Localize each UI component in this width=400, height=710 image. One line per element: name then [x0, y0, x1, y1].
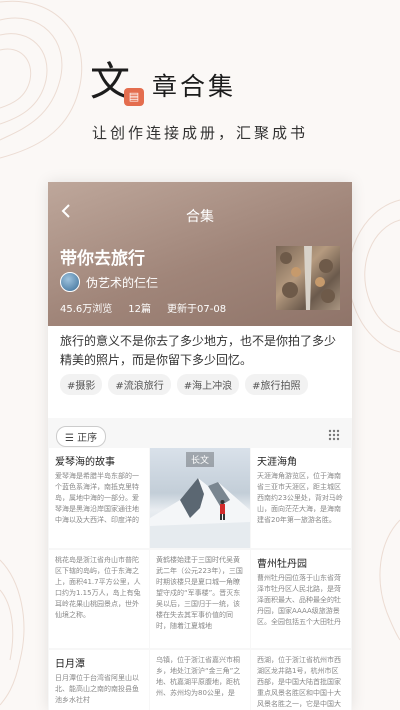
update-time: 更新于07-08 — [167, 304, 227, 315]
article-card[interactable]: 天涯海角 天涯海角游览区，位于海南省三亚市天涯区，距主城区西南约23公里处，背对… — [251, 448, 351, 548]
album-stats: 45.6万浏览 12篇 更新于07-08 — [60, 300, 226, 315]
article-title: 曹州牡丹园 — [257, 559, 307, 570]
hero-title: 文 ▤ 章合集 — [90, 62, 237, 106]
article-excerpt: 曹州牡丹园位落于山东省菏泽市牡丹区人民北路，是菏泽面积最大、品种最全的牡丹园，国… — [257, 574, 341, 626]
article-card[interactable]: 日月潭 日月潭位于台湾省阿里山以北、能高山之南的南投县鱼池乡水社村 — [49, 650, 149, 710]
album-description: 旅行的意义不是你去了多少地方，也不是你拍了多少精美的照片，而是你留下多少回忆。 — [60, 334, 337, 367]
article-card[interactable]: 黄鹤楼始建于三国时代吴黄武二年（公元223年），三国时期该楼只是夏口城一角瞭望守… — [150, 550, 250, 648]
hero-title-rest: 章合集 — [152, 72, 237, 101]
tag-list: #摄影 #流浪旅行 #海上冲浪 #旅行拍照 — [60, 374, 308, 395]
tag-item[interactable]: #海上冲浪 — [176, 374, 240, 395]
tag-item[interactable]: #旅行拍照 — [245, 374, 308, 395]
article-excerpt: 黄鹤楼始建于三国时代吴黄武二年（公元223年），三国时期该楼只是夏口城一角瞭望守… — [156, 556, 243, 630]
hero-big-char: 文 ▤ — [90, 62, 144, 106]
article-count: 12篇 — [128, 304, 151, 315]
article-excerpt: 桃花岛是浙江省舟山市普陀区下辖的岛屿，位于东海之上，面积41.7平方公里，人口约… — [55, 556, 141, 619]
article-card[interactable]: 曹州牡丹园 曹州牡丹园位落于山东省菏泽市牡丹区人民北路，是菏泽面积最大、品种最全… — [251, 550, 351, 648]
view-count: 45.6万浏览 — [60, 304, 113, 315]
album-cover-image[interactable] — [276, 246, 340, 310]
album-title: 带你去旅行 — [60, 249, 145, 269]
sort-order-button[interactable]: ☰ 正序 — [56, 426, 107, 447]
long-article-badge: 长文 — [186, 452, 215, 467]
avatar[interactable] — [60, 272, 80, 292]
article-card[interactable]: 西湖，位于浙江省杭州市西湖区龙井路1号，杭州市区西部，是中国大陆首批国家重点风景… — [251, 650, 351, 710]
article-excerpt: 爱琴海是希腊半岛东部的一个蓝色系海洋，南抵克里特岛，属地中海的一部分。爱琴海是黑… — [55, 472, 139, 524]
grid-column: 天涯海角 天涯海角游览区，位于海南省三亚市天涯区，距主城区西南约23公里处，背对… — [251, 448, 351, 710]
header-title: 合集 — [186, 209, 214, 225]
road-forest-image — [280, 246, 335, 310]
article-card[interactable]: 桃花岛是浙江省舟山市普陀区下辖的岛屿，位于东海之上，面积41.7平方公里，人口约… — [49, 550, 149, 648]
article-excerpt: 西湖，位于浙江省杭州市西湖区龙井路1号，杭州市区西部，是中国大陆首批国家重点风景… — [257, 656, 341, 708]
album-card: 合集 带你去旅行 伪艺术的仨仨 45.6万浏览 12篇 更新于07-08 旅行的… — [48, 182, 352, 710]
grid-column: 爱琴海的故事 爱琴海是希腊半岛东部的一个蓝色系海洋，南抵克里特岛，属地中海的一部… — [49, 448, 149, 710]
grid-view-icon[interactable] — [328, 429, 340, 441]
album-header: 合集 带你去旅行 伪艺术的仨仨 45.6万浏览 12篇 更新于07-08 — [48, 182, 352, 326]
tag-item[interactable]: #摄影 — [60, 374, 103, 395]
article-excerpt: 乌镇，位于浙江省嘉兴市桐乡，地处江浙沪“金三角”之地、杭嘉湖平原腹地，距杭州、苏… — [156, 656, 241, 697]
grid-column: 长文 黄鹤楼始建于三国时代吴黄武二年（公元223年），三国时期该楼只是夏口城一角… — [150, 448, 250, 710]
article-grid: ☰ 正序 爱琴海的故事 爱琴海是希腊半岛东部的一个蓝色系海洋，南抵克里特岛，属地… — [48, 418, 352, 710]
article-title: 天涯海角 — [257, 457, 297, 468]
article-excerpt: 日月潭位于台湾省阿里山以北、能高山之南的南投县鱼池乡水社村 — [55, 674, 139, 704]
hero-subtitle: 让创作连接成册，汇聚成书 — [91, 124, 308, 142]
article-card[interactable]: 爱琴海的故事 爱琴海是希腊半岛东部的一个蓝色系海洋，南抵克里特岛，属地中海的一部… — [49, 448, 149, 548]
author-row[interactable]: 伪艺术的仨仨 — [60, 272, 158, 292]
article-icon: ▤ — [124, 88, 144, 106]
tag-item[interactable]: #流浪旅行 — [108, 374, 171, 395]
author-name: 伪艺术的仨仨 — [86, 275, 159, 290]
article-card[interactable]: 乌镇，位于浙江省嘉兴市桐乡，地处江浙沪“金三角”之地、杭嘉湖平原腹地，距杭州、苏… — [150, 650, 250, 710]
article-title: 日月潭 — [55, 659, 85, 670]
article-title: 爱琴海的故事 — [55, 457, 115, 468]
article-excerpt: 天涯海角游览区，位于海南省三亚市天涯区，距主城区西南约23公里处，背对马岭山，面… — [257, 472, 343, 524]
article-photo[interactable]: 长文 — [150, 448, 250, 548]
hero-section: 文 ▤ 章合集 让创作连接成册，汇聚成书 — [0, 0, 400, 150]
